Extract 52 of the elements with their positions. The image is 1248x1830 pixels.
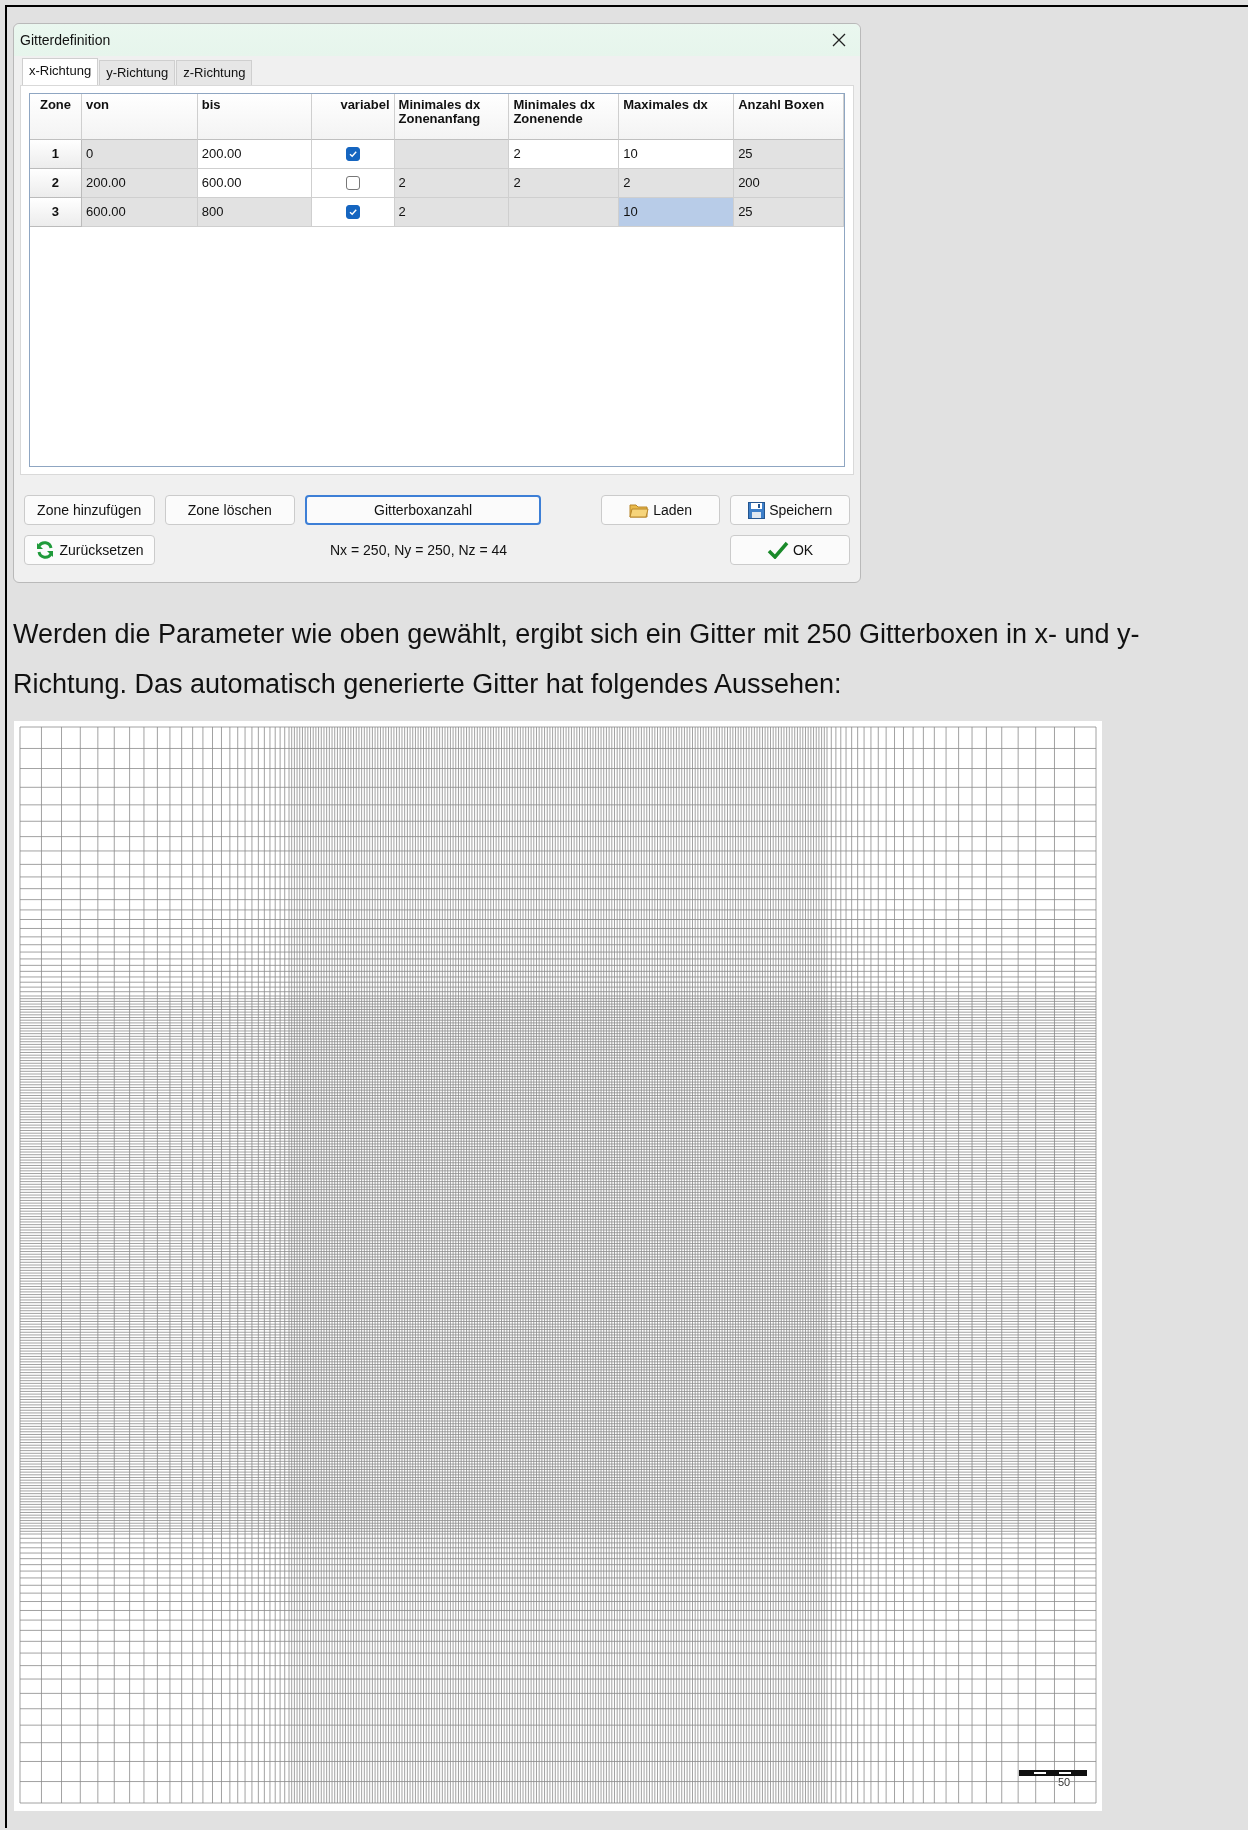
- row-header[interactable]: 2: [30, 169, 82, 198]
- delete-zone-button[interactable]: Zone löschen: [164, 495, 295, 525]
- tab[interactable]: x-Richtung: [22, 58, 99, 85]
- scale-bar: [1019, 1770, 1087, 1776]
- table-cell[interactable]: [394, 140, 510, 169]
- checkmark-icon: [766, 541, 789, 559]
- close-icon[interactable]: [832, 33, 846, 47]
- save-button[interactable]: Speichern: [730, 495, 850, 525]
- add-zone-button[interactable]: Zone hinzufügen: [24, 495, 155, 525]
- checkmark-icon: [347, 207, 358, 217]
- column-header: Zone: [30, 94, 82, 140]
- table-cell[interactable]: [509, 198, 620, 227]
- table-cell[interactable]: 600.00: [81, 198, 198, 227]
- table-cell[interactable]: 2: [619, 169, 735, 198]
- table-cell[interactable]: 10: [619, 198, 735, 227]
- table-cell[interactable]: 2: [509, 169, 620, 198]
- column-header: Maximales dx: [619, 94, 735, 140]
- paragraph: Werden die Parameter wie oben gewählt, ergibt sich ein Gitter mit 250 Gitterboxen in x- und y-Richtung. Das automatisch generierte Gitter hat folgendes Aussehen:: [13, 618, 1141, 701]
- checkbox[interactable]: [345, 176, 360, 190]
- table-cell[interactable]: 2: [394, 169, 510, 198]
- column-header: Minimales dx Zonenanfang: [394, 94, 510, 140]
- table-cell[interactable]: 0: [81, 140, 198, 169]
- column-header: von: [81, 94, 198, 140]
- ok-button[interactable]: OK: [730, 535, 850, 565]
- grid-count-text: Nx = 250, Ny = 250, Nz = 44: [329, 542, 509, 558]
- row-header[interactable]: 1: [30, 140, 82, 169]
- window-title: Gitterdefinition: [20, 32, 111, 48]
- box-count-button[interactable]: Gitterboxanzahl: [305, 495, 542, 525]
- column-header: bis: [197, 94, 312, 140]
- tab[interactable]: z-Richtung: [176, 60, 253, 85]
- table-cell[interactable]: 800: [197, 198, 312, 227]
- load-button[interactable]: Laden: [600, 495, 721, 525]
- table-cell[interactable]: 25: [734, 198, 844, 227]
- table-cell[interactable]: 25: [734, 140, 844, 169]
- refresh-icon: [35, 540, 56, 560]
- row-header[interactable]: 3: [30, 198, 82, 227]
- column-header: Minimales dx Zonenende: [509, 94, 620, 140]
- checkbox[interactable]: [345, 147, 360, 161]
- table-cell[interactable]: 200: [734, 169, 844, 198]
- checkbox[interactable]: [345, 205, 360, 219]
- table-cell[interactable]: 200.00: [197, 140, 312, 169]
- column-header: Anzahl Boxen: [734, 94, 844, 140]
- reset-button[interactable]: Zurücksetzen: [24, 535, 155, 565]
- table-cell[interactable]: 200.00: [81, 169, 198, 198]
- folder-icon: [629, 502, 650, 518]
- tab[interactable]: y-Richtung: [99, 60, 176, 85]
- column-header: variabel: [311, 94, 395, 140]
- table-cell[interactable]: 600.00: [197, 169, 312, 198]
- table-cell[interactable]: 2: [394, 198, 510, 227]
- table-cell[interactable]: 2: [509, 140, 620, 169]
- table-cell[interactable]: 10: [619, 140, 735, 169]
- checkmark-icon: [347, 149, 358, 159]
